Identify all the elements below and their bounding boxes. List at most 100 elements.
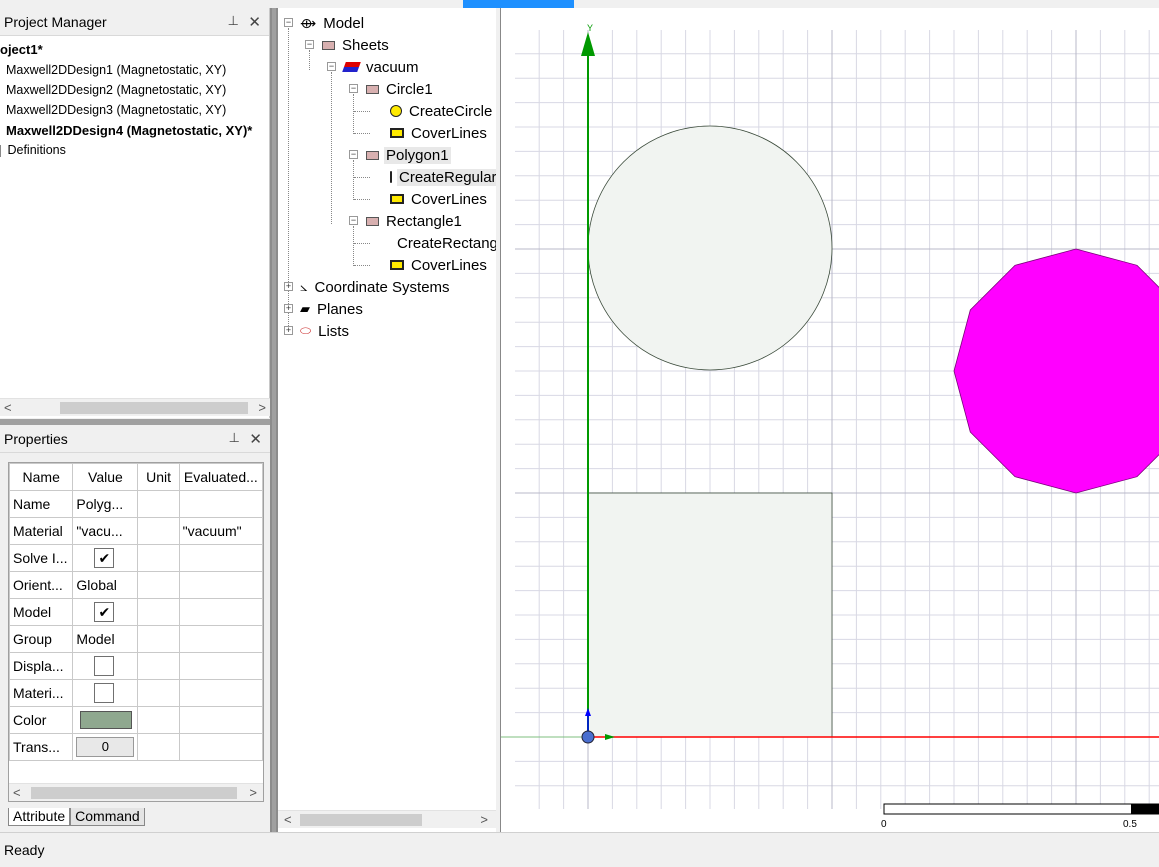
- tree-node-coverlines[interactable]: CoverLines: [390, 189, 489, 209]
- tree-node-sheets[interactable]: Sheets: [322, 35, 391, 55]
- tree-label: vacuum: [366, 58, 419, 76]
- tree-node-create-rectangle[interactable]: CreateRectangle: [390, 233, 496, 253]
- scroll-left-icon[interactable]: <: [284, 812, 292, 827]
- solve-inside-checkbox[interactable]: ✔: [94, 548, 115, 568]
- table-row[interactable]: Trans... 0: [9, 733, 263, 761]
- collapse-icon[interactable]: −: [284, 18, 293, 27]
- property-unit: [137, 571, 180, 599]
- scrollbar-thumb[interactable]: [60, 402, 248, 414]
- horizontal-scrollbar[interactable]: < >: [278, 810, 496, 828]
- tab-command[interactable]: Command: [70, 808, 145, 826]
- property-value[interactable]: "vacu...: [72, 517, 139, 545]
- model-checkbox[interactable]: ✔: [94, 602, 115, 622]
- column-header[interactable]: Evaluated...: [178, 463, 263, 491]
- property-label: Trans...: [9, 733, 74, 761]
- planes-icon: ▰: [300, 301, 310, 316]
- tree-connector: [354, 111, 370, 112]
- table-row[interactable]: Materi...: [9, 679, 263, 707]
- table-row[interactable]: Color: [9, 706, 263, 734]
- horizontal-scrollbar[interactable]: < >: [0, 398, 270, 416]
- column-header[interactable]: Name: [9, 463, 74, 491]
- tree-label: Sheets: [342, 36, 389, 54]
- expand-icon[interactable]: +: [284, 326, 293, 335]
- expand-icon[interactable]: +: [284, 304, 293, 313]
- tree-node-coverlines[interactable]: CoverLines: [390, 255, 489, 275]
- table-row[interactable]: Orient... Global: [9, 571, 263, 599]
- vertical-splitter[interactable]: [270, 8, 278, 832]
- scrollbar-thumb[interactable]: [31, 787, 237, 799]
- sheet-icon: [366, 84, 379, 94]
- pin-icon[interactable]: ⊥: [229, 430, 240, 446]
- table-row[interactable]: Model ✔: [9, 598, 263, 626]
- tree-connector: [331, 72, 332, 224]
- status-bar: Ready: [0, 832, 1159, 867]
- collapse-icon[interactable]: −: [349, 216, 358, 225]
- tree-connector: [354, 265, 370, 266]
- definitions-node[interactable]: Definitions: [0, 143, 66, 157]
- display-wireframe-checkbox[interactable]: [94, 656, 115, 676]
- scroll-right-icon[interactable]: >: [480, 812, 488, 827]
- material-appearance-checkbox[interactable]: [94, 683, 115, 703]
- modeler-viewport[interactable]: Y 0 0.5: [500, 8, 1159, 832]
- property-value[interactable]: Global: [72, 571, 139, 599]
- collapse-icon[interactable]: −: [305, 40, 314, 49]
- rectangle1-shape[interactable]: [587, 492, 833, 738]
- tree-label: CoverLines: [411, 124, 487, 142]
- table-row[interactable]: Group Model: [9, 625, 263, 653]
- viewport-canvas[interactable]: Y 0 0.5: [501, 8, 1159, 832]
- tree-node-model[interactable]: ⟴ Model: [300, 13, 366, 33]
- design-item[interactable]: Maxwell2DDesign2 (Magnetostatic, XY): [6, 83, 226, 97]
- table-row[interactable]: Displa...: [9, 652, 263, 680]
- horizontal-scrollbar[interactable]: < >: [9, 783, 263, 801]
- design-item-active[interactable]: Maxwell2DDesign4 (Magnetostatic, XY)*: [6, 123, 252, 138]
- table-row[interactable]: Solve I... ✔: [9, 544, 263, 572]
- tab-attribute[interactable]: Attribute: [8, 808, 71, 826]
- scroll-right-icon[interactable]: >: [249, 785, 257, 800]
- property-value[interactable]: Model: [72, 625, 139, 653]
- polygon1-shape[interactable]: [953, 248, 1159, 494]
- close-icon[interactable]: ✕: [248, 13, 261, 31]
- tree-node-create-regular-polygon[interactable]: CreateRegularPolygon: [390, 167, 496, 187]
- property-label: Materi...: [9, 679, 74, 707]
- project-node[interactable]: oject1*: [0, 42, 43, 57]
- tree-node-planes[interactable]: ▰ Planes: [300, 299, 365, 319]
- table-row[interactable]: Name Polyg...: [9, 490, 263, 518]
- tree-label: Lists: [318, 322, 349, 340]
- design-item[interactable]: Maxwell2DDesign1 (Magnetostatic, XY): [6, 63, 226, 77]
- scroll-right-icon[interactable]: >: [258, 400, 266, 415]
- column-header[interactable]: Value: [72, 463, 139, 491]
- tree-node-circle1[interactable]: Circle1: [366, 79, 435, 99]
- collapse-icon[interactable]: −: [327, 62, 336, 71]
- close-icon[interactable]: ✕: [249, 430, 262, 448]
- tree-node-create-circle[interactable]: CreateCircle: [390, 101, 496, 121]
- tree-node-vacuum[interactable]: vacuum: [342, 57, 421, 77]
- design-item[interactable]: Maxwell2DDesign3 (Magnetostatic, XY): [6, 103, 226, 117]
- tree-node-rectangle1[interactable]: Rectangle1: [366, 211, 464, 231]
- scroll-left-icon[interactable]: <: [4, 400, 12, 415]
- collapse-icon[interactable]: −: [349, 84, 358, 93]
- scroll-left-icon[interactable]: <: [13, 785, 21, 800]
- tree-expander-icon[interactable]: [0, 144, 4, 157]
- transparency-button[interactable]: 0: [76, 737, 135, 757]
- tree-node-coordinate-systems[interactable]: ⦣ Coordinate Systems: [300, 277, 452, 297]
- model-icon: ⟴: [300, 14, 317, 31]
- scrollbar-thumb[interactable]: [300, 814, 422, 826]
- color-swatch-button[interactable]: [80, 711, 133, 730]
- tree-label: CoverLines: [411, 256, 487, 274]
- tree-node-lists[interactable]: ⬭ Lists: [300, 321, 351, 341]
- column-header[interactable]: Unit: [137, 463, 180, 491]
- property-label: Color: [9, 706, 74, 734]
- coverlines-icon: [390, 194, 404, 204]
- collapse-icon[interactable]: −: [349, 150, 358, 159]
- properties-panel: Properties ⊥ ✕ Name Value Unit Evaluated…: [0, 425, 270, 832]
- expand-icon[interactable]: +: [284, 282, 293, 291]
- tree-label: CreateCircle: [409, 102, 493, 120]
- pin-icon[interactable]: ⊥: [228, 13, 239, 29]
- tree-node-coverlines[interactable]: CoverLines: [390, 123, 489, 143]
- circle1-shape[interactable]: [587, 125, 833, 371]
- scale-label-mid: 0.5: [1123, 819, 1137, 830]
- table-row[interactable]: Material "vacu... "vacuum": [9, 517, 263, 545]
- tree-node-polygon1[interactable]: Polygon1: [366, 145, 451, 165]
- property-value[interactable]: Polyg...: [72, 490, 139, 518]
- property-evaluated: "vacuum": [178, 517, 263, 545]
